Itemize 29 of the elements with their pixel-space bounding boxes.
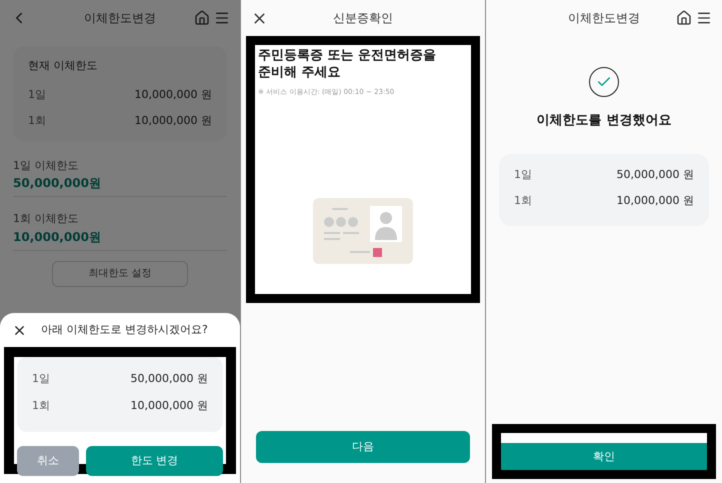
row-label: 1회: [32, 398, 50, 414]
instruction-heading: 주민등록증 또는 운전면허증을 준비해 주세요: [258, 47, 438, 81]
row-label: 1회: [514, 193, 532, 209]
row-label: 1일: [28, 86, 46, 102]
card-title: 현재 이체한도: [28, 58, 98, 74]
max-limit-button[interactable]: 최대한도 설정: [52, 260, 188, 286]
row-label: 1회: [28, 113, 46, 129]
row-value: 50,000,000 원: [130, 371, 208, 387]
limit-field[interactable]: 1일 이체한도 50,000,000원: [13, 158, 227, 197]
menu-icon[interactable]: [696, 10, 712, 26]
row-value: 10,000,000 원: [130, 398, 208, 414]
screen-title: 이체한도변경: [84, 10, 156, 27]
row-value: 50,000,000 원: [616, 166, 694, 182]
row-value: 10,000,000 원: [134, 86, 212, 102]
sheet-title: 아래 이체한도로 변경하시겠어요?: [41, 322, 208, 338]
screen-title: 신분증확인: [333, 10, 393, 27]
success-message: 이체한도를 변경했어요: [536, 112, 672, 130]
screen-title: 이체한도변경: [568, 10, 640, 27]
confirm-button[interactable]: 확인: [501, 443, 707, 470]
cancel-button[interactable]: 취소: [17, 446, 79, 476]
change-limit-button[interactable]: 한도 변경: [86, 446, 223, 476]
row-label: 1일: [514, 166, 532, 182]
limit-field[interactable]: 1회 이체한도 10,000,000원: [13, 211, 227, 250]
row-value: 10,000,000 원: [134, 113, 212, 129]
next-button[interactable]: 다음: [256, 431, 470, 463]
row-label: 1일: [32, 371, 50, 387]
home-icon[interactable]: [676, 10, 692, 26]
id-card-icon: [313, 198, 413, 264]
row-value: 10,000,000 원: [616, 193, 694, 209]
